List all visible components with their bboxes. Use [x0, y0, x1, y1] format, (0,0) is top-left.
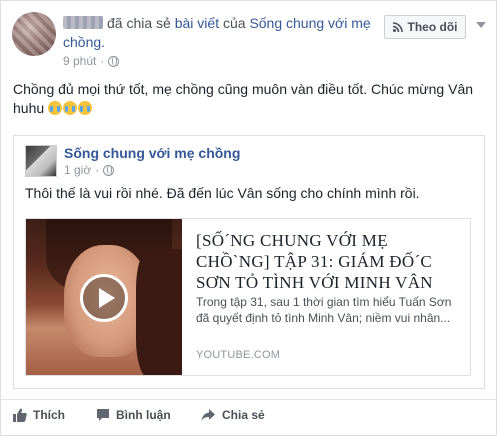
post-actions: Thích Bình luận Chia sẻ [1, 399, 496, 433]
globe-icon [103, 164, 115, 176]
rss-icon [392, 22, 403, 32]
share-button[interactable]: Chia sẻ [201, 408, 265, 422]
crying-emoji-icon [78, 101, 93, 115]
like-button[interactable]: Thích [13, 408, 65, 422]
shared-page-name[interactable]: Sống chung với mẹ chồng [64, 145, 240, 161]
chevron-down-icon[interactable] [474, 18, 488, 32]
follow-label: Theo dõi [407, 20, 458, 34]
video-thumbnail[interactable] [26, 219, 182, 375]
link-description: Trong tập 31, sau 1 thời gian tìm hiểu T… [196, 295, 452, 325]
link-domain: YOUTUBE.COM [196, 349, 281, 361]
shared-text: Thôi thế là vui rồi nhé. Đã đến lúc Vân … [25, 185, 420, 201]
shared-timestamp[interactable]: 1 giờ [64, 163, 91, 177]
crying-emoji-icon [48, 101, 63, 115]
object-link[interactable]: bài viết [175, 15, 219, 31]
of-text: của [222, 15, 246, 31]
avatar[interactable] [12, 12, 56, 56]
like-icon [13, 408, 27, 422]
comment-button[interactable]: Bình luận [96, 408, 171, 422]
link-preview[interactable]: [SỐ´NG CHUNG VỚI MẸ CHỒ`NG] TẬP 31: GIÁM… [25, 218, 471, 376]
link-title[interactable]: [SỐ´NG CHUNG VỚI MẸ CHỒ`NG] TẬP 31: GIÁM… [196, 230, 464, 293]
share-label: Chia sẻ [222, 408, 265, 422]
feed-post: đã chia sẻ bài viết của Sống chung với m… [0, 0, 497, 436]
play-icon[interactable] [80, 274, 128, 322]
timestamp[interactable]: 9 phút [63, 54, 96, 68]
comment-icon [96, 408, 110, 422]
like-label: Thích [33, 408, 65, 422]
shared-post: Sống chung với mẹ chồng 1 giờ · Thôi thế… [13, 135, 485, 389]
page-avatar[interactable] [25, 145, 57, 177]
post-text: Chồng đủ mọi thứ tốt, mẹ chồng cũng muôn… [13, 81, 474, 116]
crying-emoji-icon [63, 101, 78, 115]
share-icon [201, 408, 216, 422]
follow-button[interactable]: Theo dõi [384, 15, 466, 39]
post-headline: đã chia sẻ bài viết của Sống chung với m… [63, 14, 373, 52]
action-text: đã chia sẻ [107, 15, 171, 31]
author-name-blurred[interactable] [63, 16, 103, 29]
shared-meta: 1 giờ · [64, 163, 115, 177]
post-meta: 9 phút · [63, 54, 120, 68]
globe-icon [108, 55, 120, 67]
comment-label: Bình luận [116, 408, 171, 422]
